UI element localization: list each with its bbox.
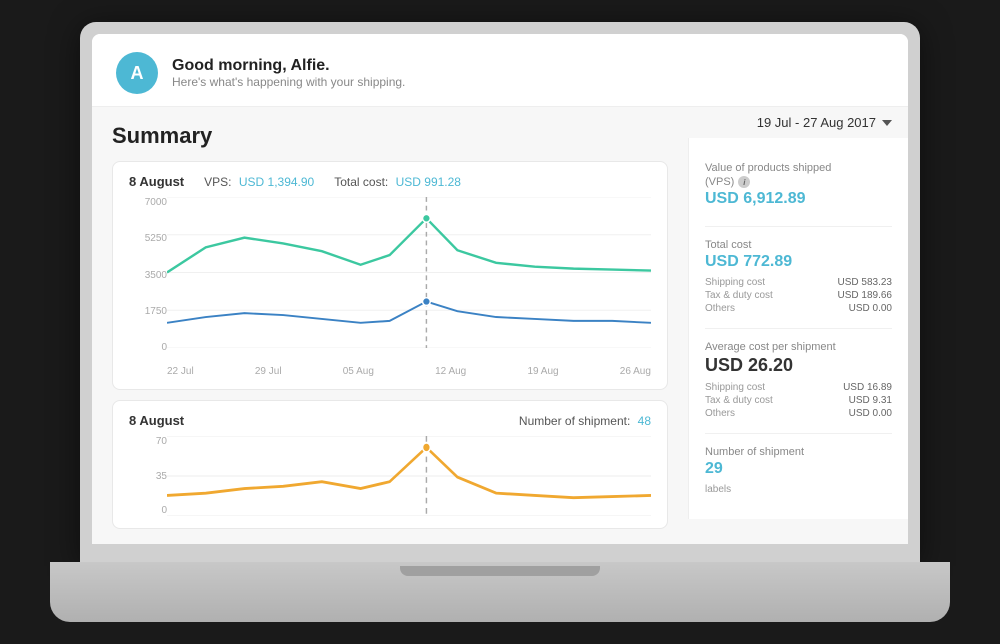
total-cost-others: Others USD 0.00	[705, 303, 892, 314]
laptop-base	[50, 562, 950, 622]
chart2-area: 70 35 0	[129, 436, 651, 516]
total-cost-value: USD 772.89	[705, 253, 892, 271]
chart2-svg	[167, 436, 651, 516]
screen-border: A Good morning, Alfie. Here's what's hap…	[80, 22, 920, 562]
chart1-x-labels: 22 Jul 29 Jul 05 Aug 12 Aug 19 Aug 26 Au…	[167, 366, 651, 377]
chart-card-2: 8 August Number of shipment: 48 70	[112, 400, 668, 529]
date-range-text: 19 Jul - 27 Aug 2017	[757, 115, 876, 130]
avatar: A	[116, 52, 158, 94]
num-shipment-stat: Number of shipment 29 labels	[705, 434, 892, 507]
avg-cost-shipping: Shipping cost USD 16.89	[705, 382, 892, 393]
page-title: Summary	[112, 123, 668, 149]
chart2-y-labels: 70 35 0	[129, 436, 167, 516]
right-panel: Value of products shipped (VPS) i USD 6,…	[688, 138, 908, 519]
total-cost-label: Total cost	[705, 239, 892, 251]
total-cost-stat: Total cost USD 772.89 Shipping cost USD …	[705, 227, 892, 329]
chart1-vps: VPS: USD 1,394.90	[204, 175, 314, 189]
vps-label2: (VPS) i	[705, 176, 892, 188]
app-content: A Good morning, Alfie. Here's what's hap…	[92, 34, 908, 544]
vps-stat: Value of products shipped (VPS) i USD 6,…	[705, 150, 892, 227]
laptop-frame: A Good morning, Alfie. Here's what's hap…	[50, 22, 950, 622]
total-cost-shipping: Shipping cost USD 583.23	[705, 277, 892, 288]
total-cost-tax: Tax & duty cost USD 189.66	[705, 290, 892, 301]
greeting-title: Good morning, Alfie.	[172, 57, 405, 75]
user-greeting: A Good morning, Alfie. Here's what's hap…	[116, 52, 884, 94]
right-section: 19 Jul - 27 Aug 2017 Value of products s…	[688, 107, 908, 544]
chart1-svg	[167, 197, 651, 348]
num-shipment-label: Number of shipment	[705, 446, 892, 458]
chevron-down-icon	[882, 120, 892, 126]
info-icon: i	[738, 176, 750, 188]
chart2-header: 8 August Number of shipment: 48	[129, 413, 651, 428]
chart1-total: Total cost: USD 991.28	[334, 175, 461, 189]
vps-value: USD 6,912.89	[705, 190, 892, 208]
chart2-date: 8 August	[129, 413, 184, 428]
num-shipment-sub: labels	[705, 484, 892, 495]
greeting-subtitle: Here's what's happening with your shippi…	[172, 75, 405, 89]
avg-cost-value: USD 26.20	[705, 355, 892, 376]
avg-cost-label: Average cost per shipment	[705, 341, 892, 353]
date-range-row[interactable]: 19 Jul - 27 Aug 2017	[688, 107, 908, 138]
chart1-y-labels: 7000 5250 3500 1750 0	[129, 197, 167, 353]
num-shipment-value: 29	[705, 460, 892, 478]
chart2-shipment: Number of shipment: 48	[519, 414, 651, 428]
avg-cost-others: Others USD 0.00	[705, 408, 892, 419]
greeting-text: Good morning, Alfie. Here's what's happe…	[172, 57, 405, 89]
chart1-area: 7000 5250 3500 1750 0	[129, 197, 651, 377]
avg-cost-stat: Average cost per shipment USD 26.20 Ship…	[705, 329, 892, 434]
header: A Good morning, Alfie. Here's what's hap…	[92, 34, 908, 107]
chart-card-1: 8 August VPS: USD 1,394.90 Total cost: U…	[112, 161, 668, 390]
left-panel: Summary 8 August VPS: USD 1,394.90 To	[92, 107, 688, 544]
screen: A Good morning, Alfie. Here's what's hap…	[92, 34, 908, 544]
chart1-date: 8 August	[129, 174, 184, 189]
vps-label: Value of products shipped	[705, 162, 892, 174]
laptop-notch	[400, 566, 600, 576]
avg-cost-tax: Tax & duty cost USD 9.31	[705, 395, 892, 406]
chart1-header: 8 August VPS: USD 1,394.90 Total cost: U…	[129, 174, 651, 189]
